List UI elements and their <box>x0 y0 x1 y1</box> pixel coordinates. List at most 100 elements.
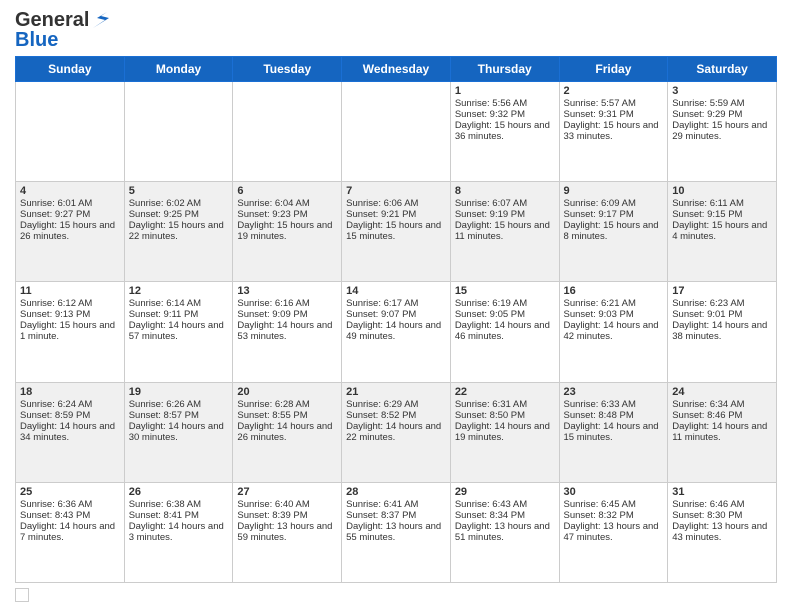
sunset-text: Sunset: 9:11 PM <box>129 309 229 320</box>
week-row-4: 25Sunrise: 6:36 AMSunset: 8:43 PMDayligh… <box>16 482 777 582</box>
day-number: 16 <box>564 285 664 297</box>
daylight-text: Daylight: 15 hours and 8 minutes. <box>564 220 664 242</box>
day-header-thursday: Thursday <box>450 57 559 82</box>
day-header-tuesday: Tuesday <box>233 57 342 82</box>
calendar-cell-empty-0-0 <box>16 82 125 182</box>
day-number: 5 <box>129 185 229 197</box>
calendar-cell-14: 14Sunrise: 6:17 AMSunset: 9:07 PMDayligh… <box>342 282 451 382</box>
calendar-cell-15: 15Sunrise: 6:19 AMSunset: 9:05 PMDayligh… <box>450 282 559 382</box>
day-number: 30 <box>564 486 664 498</box>
calendar-cell-23: 23Sunrise: 6:33 AMSunset: 8:48 PMDayligh… <box>559 382 668 482</box>
sunset-text: Sunset: 8:41 PM <box>129 510 229 521</box>
logo: General Blue <box>15 10 109 50</box>
daylight-text: Daylight: 14 hours and 57 minutes. <box>129 320 229 342</box>
day-number: 29 <box>455 486 555 498</box>
calendar-cell-empty-0-1 <box>124 82 233 182</box>
day-number: 10 <box>672 185 772 197</box>
day-number: 11 <box>20 285 120 297</box>
calendar-table: SundayMondayTuesdayWednesdayThursdayFrid… <box>15 56 777 583</box>
sunset-text: Sunset: 9:23 PM <box>237 209 337 220</box>
calendar-cell-1: 1Sunrise: 5:56 AMSunset: 9:32 PMDaylight… <box>450 82 559 182</box>
week-row-3: 18Sunrise: 6:24 AMSunset: 8:59 PMDayligh… <box>16 382 777 482</box>
calendar-cell-31: 31Sunrise: 6:46 AMSunset: 8:30 PMDayligh… <box>668 482 777 582</box>
logo-general-text: General <box>15 10 89 30</box>
day-number: 8 <box>455 185 555 197</box>
day-number: 23 <box>564 386 664 398</box>
sunset-text: Sunset: 9:19 PM <box>455 209 555 220</box>
sunrise-text: Sunrise: 5:56 AM <box>455 98 555 109</box>
sunrise-text: Sunrise: 6:11 AM <box>672 198 772 209</box>
sunrise-text: Sunrise: 6:38 AM <box>129 499 229 510</box>
sunset-text: Sunset: 8:34 PM <box>455 510 555 521</box>
sunrise-text: Sunrise: 6:43 AM <box>455 499 555 510</box>
day-number: 9 <box>564 185 664 197</box>
sunset-text: Sunset: 8:32 PM <box>564 510 664 521</box>
calendar-cell-20: 20Sunrise: 6:28 AMSunset: 8:55 PMDayligh… <box>233 382 342 482</box>
week-row-1: 4Sunrise: 6:01 AMSunset: 9:27 PMDaylight… <box>16 182 777 282</box>
sunset-text: Sunset: 9:27 PM <box>20 209 120 220</box>
sunset-text: Sunset: 8:37 PM <box>346 510 446 521</box>
daylight-text: Daylight: 15 hours and 22 minutes. <box>129 220 229 242</box>
daylight-text: Daylight: 14 hours and 49 minutes. <box>346 320 446 342</box>
day-number: 31 <box>672 486 772 498</box>
calendar-cell-30: 30Sunrise: 6:45 AMSunset: 8:32 PMDayligh… <box>559 482 668 582</box>
sunset-text: Sunset: 9:07 PM <box>346 309 446 320</box>
calendar-cell-4: 4Sunrise: 6:01 AMSunset: 9:27 PMDaylight… <box>16 182 125 282</box>
calendar-cell-16: 16Sunrise: 6:21 AMSunset: 9:03 PMDayligh… <box>559 282 668 382</box>
sunrise-text: Sunrise: 6:09 AM <box>564 198 664 209</box>
day-number: 21 <box>346 386 446 398</box>
day-number: 7 <box>346 185 446 197</box>
sunset-text: Sunset: 8:59 PM <box>20 410 120 421</box>
calendar-cell-9: 9Sunrise: 6:09 AMSunset: 9:17 PMDaylight… <box>559 182 668 282</box>
day-number: 28 <box>346 486 446 498</box>
sunrise-text: Sunrise: 5:57 AM <box>564 98 664 109</box>
daylight-text: Daylight: 14 hours and 42 minutes. <box>564 320 664 342</box>
sunrise-text: Sunrise: 6:45 AM <box>564 499 664 510</box>
sunset-text: Sunset: 8:30 PM <box>672 510 772 521</box>
daylight-text: Daylight: 14 hours and 46 minutes. <box>455 320 555 342</box>
day-number: 18 <box>20 386 120 398</box>
sunset-text: Sunset: 9:01 PM <box>672 309 772 320</box>
sunrise-text: Sunrise: 6:14 AM <box>129 298 229 309</box>
sunrise-text: Sunrise: 6:23 AM <box>672 298 772 309</box>
day-number: 12 <box>129 285 229 297</box>
sunset-text: Sunset: 9:21 PM <box>346 209 446 220</box>
day-number: 15 <box>455 285 555 297</box>
calendar-cell-24: 24Sunrise: 6:34 AMSunset: 8:46 PMDayligh… <box>668 382 777 482</box>
daylight-text: Daylight: 13 hours and 59 minutes. <box>237 521 337 543</box>
daylight-text: Daylight: 13 hours and 51 minutes. <box>455 521 555 543</box>
sunrise-text: Sunrise: 6:46 AM <box>672 499 772 510</box>
daylight-text: Daylight: 14 hours and 30 minutes. <box>129 421 229 443</box>
sunrise-text: Sunrise: 6:06 AM <box>346 198 446 209</box>
daylight-text: Daylight: 15 hours and 26 minutes. <box>20 220 120 242</box>
calendar-cell-3: 3Sunrise: 5:59 AMSunset: 9:29 PMDaylight… <box>668 82 777 182</box>
sunrise-text: Sunrise: 6:28 AM <box>237 399 337 410</box>
calendar-cell-19: 19Sunrise: 6:26 AMSunset: 8:57 PMDayligh… <box>124 382 233 482</box>
logo-bird-icon <box>91 10 109 30</box>
day-number: 14 <box>346 285 446 297</box>
calendar-cell-5: 5Sunrise: 6:02 AMSunset: 9:25 PMDaylight… <box>124 182 233 282</box>
sunrise-text: Sunrise: 6:17 AM <box>346 298 446 309</box>
day-number: 24 <box>672 386 772 398</box>
calendar-cell-7: 7Sunrise: 6:06 AMSunset: 9:21 PMDaylight… <box>342 182 451 282</box>
sunset-text: Sunset: 8:50 PM <box>455 410 555 421</box>
calendar-cell-empty-0-2 <box>233 82 342 182</box>
calendar-cell-10: 10Sunrise: 6:11 AMSunset: 9:15 PMDayligh… <box>668 182 777 282</box>
footer <box>15 588 777 602</box>
daylight-text: Daylight: 14 hours and 15 minutes. <box>564 421 664 443</box>
sunrise-text: Sunrise: 6:36 AM <box>20 499 120 510</box>
sunset-text: Sunset: 9:25 PM <box>129 209 229 220</box>
sunrise-text: Sunrise: 6:19 AM <box>455 298 555 309</box>
calendar-cell-22: 22Sunrise: 6:31 AMSunset: 8:50 PMDayligh… <box>450 382 559 482</box>
sunset-text: Sunset: 8:43 PM <box>20 510 120 521</box>
sunrise-text: Sunrise: 6:01 AM <box>20 198 120 209</box>
daylight-text: Daylight: 15 hours and 36 minutes. <box>455 120 555 142</box>
sunset-text: Sunset: 8:57 PM <box>129 410 229 421</box>
sunset-text: Sunset: 9:31 PM <box>564 109 664 120</box>
day-number: 4 <box>20 185 120 197</box>
day-number: 22 <box>455 386 555 398</box>
day-number: 17 <box>672 285 772 297</box>
sunset-text: Sunset: 9:09 PM <box>237 309 337 320</box>
daylight-text: Daylight: 14 hours and 53 minutes. <box>237 320 337 342</box>
daylight-text: Daylight: 14 hours and 38 minutes. <box>672 320 772 342</box>
